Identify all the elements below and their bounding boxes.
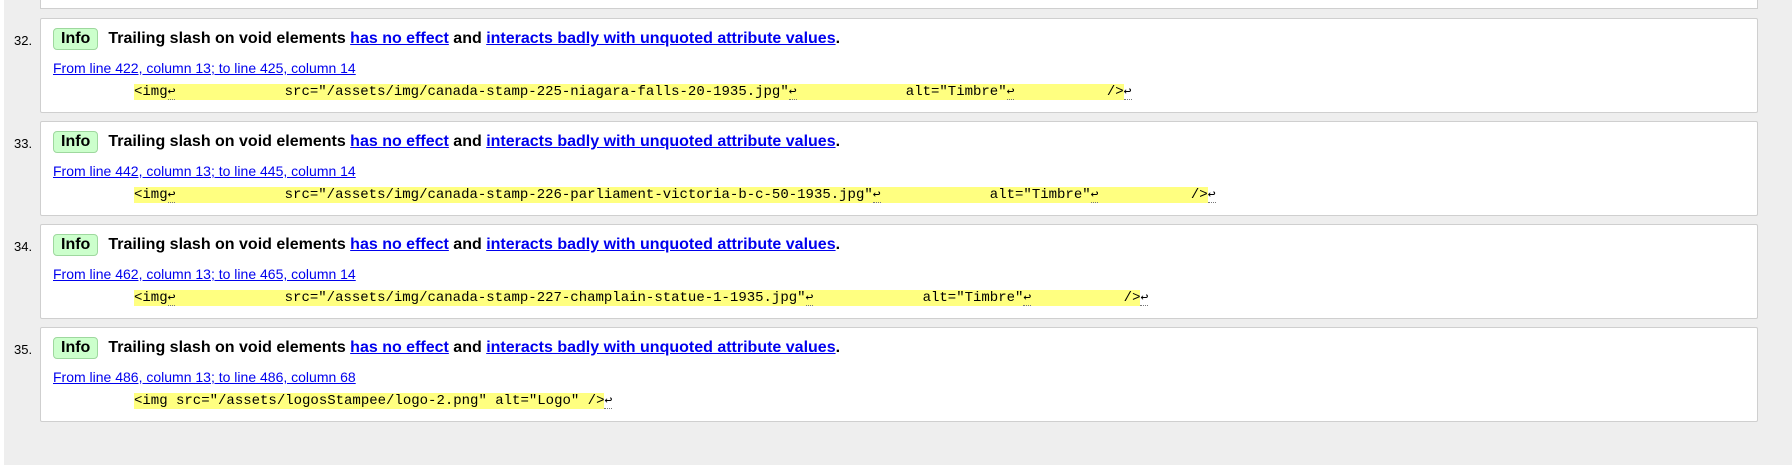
newline-icon: ↩ [1140, 290, 1149, 306]
message-item: 34. Info Trailing slash on void elements … [4, 224, 1792, 319]
code-alt: alt="Timbre" [813, 290, 1024, 306]
highlighted-code: <img ↩ src="/assets/img/canada-stamp-226-… [134, 187, 1208, 203]
highlighted-code: <img src="/assets/logosStampee/logo-2.pn… [134, 393, 605, 409]
code-alt: alt="Timbre" [796, 84, 1007, 100]
message-card: Info Trailing slash on void elements has … [40, 121, 1758, 216]
newline-icon: ↩ [604, 393, 613, 409]
info-badge: Info [53, 234, 99, 256]
message-text-after: . [835, 236, 841, 253]
has-no-effect-link[interactable]: has no effect [350, 30, 449, 47]
location-link[interactable]: From line 486, column 13; to line 486, c… [53, 369, 356, 385]
code-extract: <img ↩ src="/assets/img/canada-stamp-225-… [134, 82, 1132, 102]
code-src: src="/assets/img/canada-stamp-227-champl… [175, 290, 806, 306]
message-item: 33. Info Trailing slash on void elements … [4, 121, 1792, 216]
previous-message-card [40, 0, 1758, 9]
message-text-after: . [835, 339, 841, 356]
code-end: /> [1098, 187, 1208, 203]
newline-icon: ↩ [1207, 187, 1216, 203]
message-number: 34. [14, 239, 33, 254]
unquoted-attributes-link[interactable]: interacts badly with unquoted attribute … [486, 339, 835, 356]
highlighted-code: <img↩ src="/assets/img/canada-stamp-227-… [134, 290, 1141, 306]
message-text-middle: and [448, 133, 487, 150]
message-number: 35. [14, 342, 33, 357]
message-text-after: . [835, 133, 841, 150]
unquoted-attributes-link[interactable]: interacts badly with unquoted attribute … [486, 236, 835, 253]
message-card: Info Trailing slash on void elements has … [40, 18, 1758, 113]
location-link[interactable]: From line 442, column 13; to line 445, c… [53, 163, 356, 179]
message-card: Info Trailing slash on void elements has … [40, 327, 1758, 422]
newline-icon: ↩ [1123, 84, 1132, 100]
location-link[interactable]: From line 462, column 13; to line 465, c… [53, 266, 356, 282]
message-text-middle: and [448, 30, 487, 47]
message-text: Info Trailing slash on void elements has … [53, 234, 840, 256]
message-text: Info Trailing slash on void elements has … [53, 28, 840, 50]
message-text-before: Trailing slash on void elements [108, 133, 351, 150]
unquoted-attributes-link[interactable]: interacts badly with unquoted attribute … [486, 30, 835, 47]
message-text-middle: and [448, 236, 487, 253]
code-extract: <img ↩ src="/assets/img/canada-stamp-227-… [134, 288, 1149, 308]
code-extract: <img src="/assets/logosStampee/logo-2.pn… [134, 391, 613, 411]
code-end: /> [1031, 290, 1141, 306]
info-badge: Info [53, 131, 99, 153]
highlighted-code: <img ↩ src="/assets/img/canada-stamp-225-… [134, 84, 1124, 100]
code-end: /> [1014, 84, 1124, 100]
code-tag: <img [134, 187, 168, 203]
location-link[interactable]: From line 422, column 13; to line 425, c… [53, 60, 356, 76]
message-text-before: Trailing slash on void elements [108, 236, 351, 253]
message-text: Info Trailing slash on void elements has … [53, 131, 840, 153]
message-text: Info Trailing slash on void elements has … [53, 337, 840, 359]
message-text-middle: and [448, 339, 487, 356]
message-number: 32. [14, 33, 33, 48]
message-text-before: Trailing slash on void elements [108, 339, 351, 356]
code-alt: alt="Timbre" [880, 187, 1091, 203]
has-no-effect-link[interactable]: has no effect [350, 339, 449, 356]
info-badge: Info [53, 28, 99, 50]
has-no-effect-link[interactable]: has no effect [350, 236, 449, 253]
validator-results-page: 32. Info Trailing slash on void elements … [4, 0, 1792, 465]
message-list: 32. Info Trailing slash on void elements … [4, 18, 1792, 430]
message-item: 35. Info Trailing slash on void elements … [4, 327, 1792, 422]
message-text-after: . [835, 30, 841, 47]
message-card: Info Trailing slash on void elements has … [40, 224, 1758, 319]
has-no-effect-link[interactable]: has no effect [350, 133, 449, 150]
message-number: 33. [14, 136, 33, 151]
unquoted-attributes-link[interactable]: interacts badly with unquoted attribute … [486, 133, 835, 150]
message-item: 32. Info Trailing slash on void elements … [4, 18, 1792, 113]
code-extract: <img ↩ src="/assets/img/canada-stamp-226-… [134, 185, 1216, 205]
code-tag: <img [134, 290, 168, 306]
newline-icon: ↩ [788, 84, 797, 100]
info-badge: Info [53, 337, 99, 359]
code-src: src="/assets/img/canada-stamp-225-niagar… [175, 84, 789, 100]
code-src: src="/assets/img/canada-stamp-226-parlia… [175, 187, 873, 203]
message-text-before: Trailing slash on void elements [108, 30, 351, 47]
newline-icon: ↩ [872, 187, 881, 203]
code-tag: <img [134, 84, 168, 100]
